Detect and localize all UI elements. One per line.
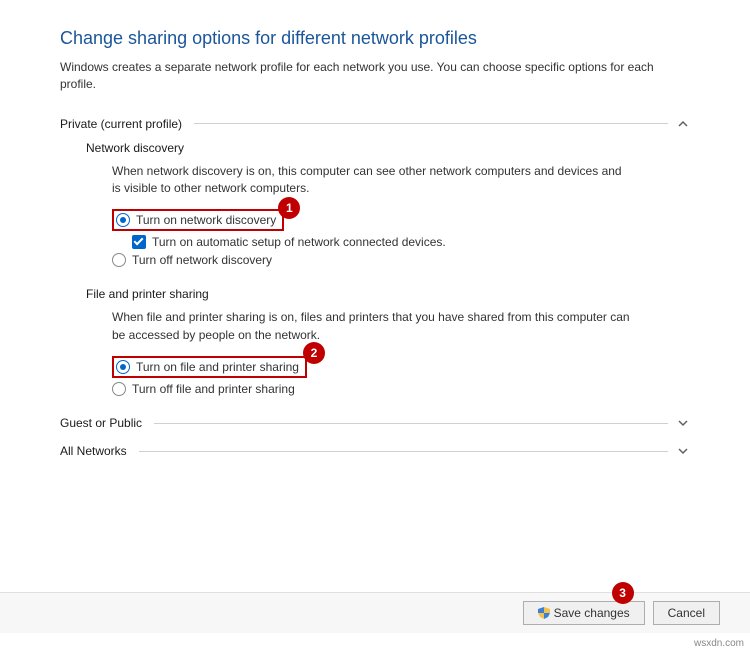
chevron-down-icon [676, 444, 690, 458]
annotation-badge-3: 3 [612, 582, 634, 604]
section-guest-label: Guest or Public [60, 416, 142, 430]
radio-fileprinter-on-label: Turn on file and printer sharing [136, 360, 299, 374]
radio-network-on[interactable] [116, 213, 130, 227]
checkbox-auto-setup[interactable] [132, 235, 146, 249]
radio-network-off[interactable] [112, 253, 126, 267]
radio-network-off-label: Turn off network discovery [132, 253, 272, 267]
divider [139, 451, 668, 452]
radio-fileprinter-on[interactable] [116, 360, 130, 374]
watermark: wsxdn.com [694, 638, 744, 649]
section-private[interactable]: Private (current profile) [60, 117, 690, 131]
cancel-button[interactable]: Cancel [653, 601, 720, 625]
file-printer-desc: When file and printer sharing is on, fil… [112, 309, 632, 344]
section-all-networks[interactable]: All Networks [60, 444, 690, 458]
network-discovery-desc: When network discovery is on, this compu… [112, 163, 632, 198]
file-printer-label: File and printer sharing [86, 287, 690, 301]
highlight-network-on: Turn on network discovery 1 [112, 209, 284, 231]
page-description: Windows creates a separate network profi… [60, 59, 690, 93]
page-title: Change sharing options for different net… [60, 28, 690, 49]
network-discovery-label: Network discovery [86, 141, 690, 155]
footer-bar: Save changes 3 Cancel [0, 592, 750, 633]
save-changes-button[interactable]: Save changes 3 [523, 601, 645, 625]
shield-icon [538, 607, 550, 619]
highlight-fileprinter-on: Turn on file and printer sharing 2 [112, 356, 307, 378]
chevron-up-icon [676, 117, 690, 131]
checkbox-auto-setup-label: Turn on automatic setup of network conne… [152, 235, 446, 249]
annotation-badge-1: 1 [278, 197, 300, 219]
save-changes-label: Save changes [554, 606, 630, 620]
section-guest[interactable]: Guest or Public [60, 416, 690, 430]
section-all-label: All Networks [60, 444, 127, 458]
divider [194, 123, 668, 124]
annotation-badge-2: 2 [303, 342, 325, 364]
radio-fileprinter-off-label: Turn off file and printer sharing [132, 382, 295, 396]
section-private-label: Private (current profile) [60, 117, 182, 131]
radio-network-on-label: Turn on network discovery [136, 213, 276, 227]
radio-fileprinter-off[interactable] [112, 382, 126, 396]
chevron-down-icon [676, 416, 690, 430]
cancel-label: Cancel [668, 606, 705, 620]
divider [154, 423, 668, 424]
